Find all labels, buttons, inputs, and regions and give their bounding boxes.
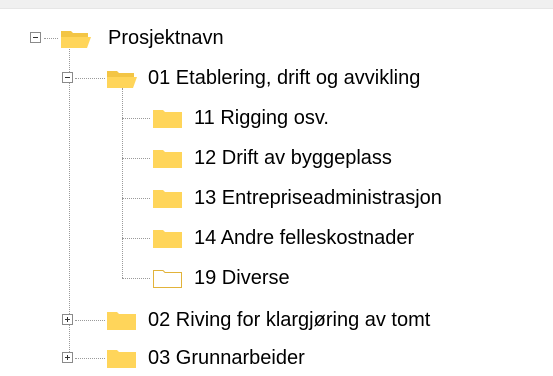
- folder-icon: [152, 227, 184, 249]
- folder-open-icon: [106, 67, 138, 89]
- folder-icon: [106, 347, 138, 369]
- folder-tree: Prosjektnavn 01 Etablering, drift og avv…: [0, 0, 553, 376]
- tree-node-label: 02 Riving for klargjøring av tomt: [148, 309, 431, 331]
- tree-node-14[interactable]: 14 Andre felleskostnader: [152, 221, 512, 255]
- folder-icon: [106, 309, 138, 331]
- expand-toggle-icon[interactable]: [62, 352, 73, 363]
- tree-node-label: 13 Entrepriseadministrasjon: [194, 187, 442, 209]
- folder-icon: [152, 147, 184, 169]
- tree-line: [122, 118, 150, 119]
- tree-node-12[interactable]: 12 Drift av byggeplass: [152, 141, 452, 175]
- tree-node-label: 12 Drift av byggeplass: [194, 147, 392, 169]
- tree-node-root[interactable]: Prosjektnavn: [30, 21, 290, 55]
- tree-node-label: Prosjektnavn: [108, 27, 224, 49]
- collapse-toggle-icon[interactable]: [30, 32, 41, 43]
- tree-node-19[interactable]: 19 Diverse: [152, 261, 402, 295]
- tree-line: [122, 198, 150, 199]
- tree-node-02[interactable]: 02 Riving for klargjøring av tomt: [62, 303, 542, 337]
- collapse-toggle-icon[interactable]: [62, 72, 73, 83]
- folder-icon: [152, 187, 184, 209]
- tree-node-13[interactable]: 13 Entrepriseadministrasjon: [152, 181, 532, 215]
- tree-line: [122, 88, 123, 278]
- tree-line: [122, 158, 150, 159]
- tree-node-01[interactable]: 01 Etablering, drift og avvikling: [62, 61, 542, 95]
- expand-toggle-icon[interactable]: [62, 314, 73, 325]
- tree-node-label: 11 Rigging osv.: [194, 107, 329, 129]
- tree-node-03[interactable]: 03 Grunnarbeider: [62, 341, 542, 375]
- tree-node-label: 14 Andre felleskostnader: [194, 227, 415, 249]
- tree-line: [122, 238, 150, 239]
- folder-icon: [152, 107, 184, 129]
- tree-line: [122, 278, 150, 279]
- tree-node-label: 01 Etablering, drift og avvikling: [148, 67, 421, 89]
- folder-empty-icon: [152, 267, 184, 289]
- folder-open-icon: [60, 27, 92, 49]
- tree-node-label: 19 Diverse: [194, 267, 290, 289]
- tree-node-label: 03 Grunnarbeider: [148, 347, 305, 369]
- tree-node-11[interactable]: 11 Rigging osv.: [152, 101, 452, 135]
